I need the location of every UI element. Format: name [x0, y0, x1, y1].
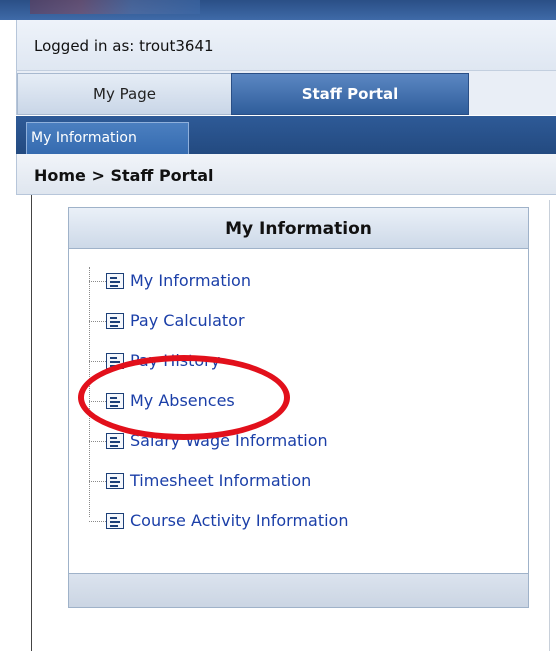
link-pay-calculator[interactable]: Pay Calculator — [130, 310, 245, 332]
tab-staff-portal[interactable]: Staff Portal — [231, 73, 469, 115]
tree-branch — [89, 521, 106, 522]
link-my-information[interactable]: My Information — [130, 270, 251, 292]
sub-navigation: My Information — [16, 116, 556, 154]
login-status-bar: Logged in as: trout3641 — [16, 20, 556, 71]
document-icon — [106, 513, 124, 529]
tree-branch — [89, 441, 106, 442]
tree-branch — [89, 321, 106, 322]
document-icon — [106, 313, 124, 329]
breadcrumb-text: Home > Staff Portal — [34, 166, 214, 185]
column-divider — [549, 200, 550, 651]
main-tabs: My Page Staff Portal — [16, 71, 556, 115]
link-course-activity-information[interactable]: Course Activity Information — [130, 510, 348, 532]
document-icon — [106, 433, 124, 449]
document-icon — [106, 473, 124, 489]
tree-branch — [89, 281, 106, 282]
highlight-circle — [78, 355, 290, 440]
tab-my-page[interactable]: My Page — [17, 73, 232, 115]
panel-footer — [68, 573, 529, 608]
banner-graphic — [30, 0, 200, 14]
subtab-my-information[interactable]: My Information — [26, 122, 189, 154]
logged-in-text: Logged in as: trout3641 — [34, 37, 214, 55]
panel-title: My Information — [68, 207, 529, 249]
tree-branch — [89, 361, 106, 362]
breadcrumb: Home > Staff Portal — [16, 154, 556, 195]
link-timesheet-information[interactable]: Timesheet Information — [130, 470, 311, 492]
tree-branch — [89, 481, 106, 482]
top-banner — [0, 0, 556, 20]
document-icon — [106, 273, 124, 289]
